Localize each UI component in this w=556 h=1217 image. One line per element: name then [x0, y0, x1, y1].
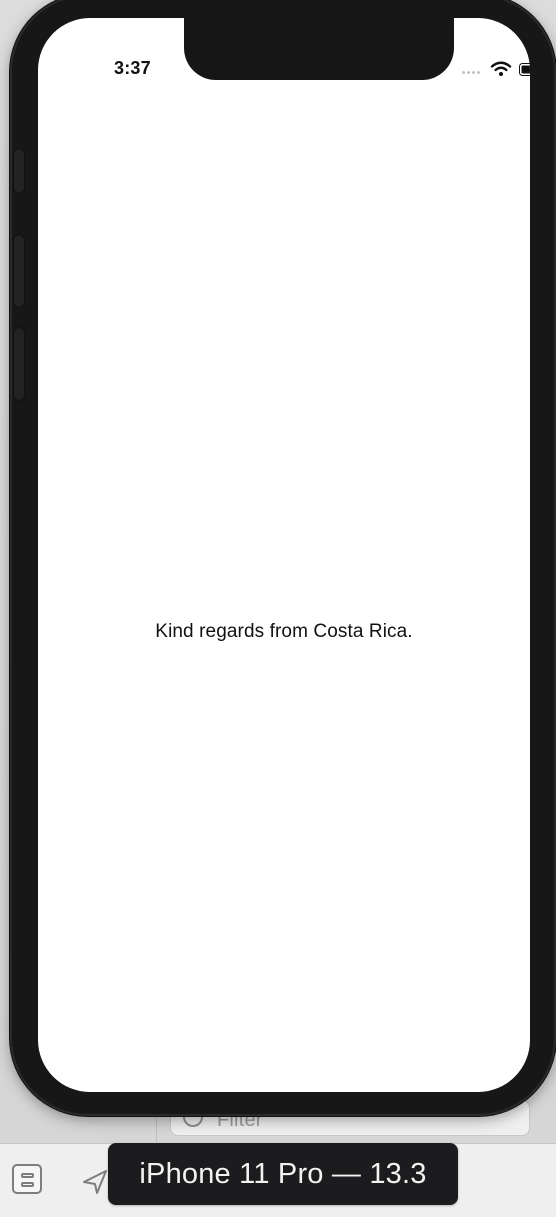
cellular-signal-icon — [462, 71, 480, 75]
wifi-icon — [490, 61, 512, 76]
device-screen[interactable]: 3:37 Kind regards from Costa Rica. — [38, 18, 530, 1092]
location-icon[interactable] — [80, 1166, 110, 1196]
mute-switch — [13, 148, 25, 194]
greeting-message: Kind regards from Costa Rica. — [155, 621, 413, 642]
volume-down-button — [13, 327, 25, 401]
device-notch — [184, 18, 454, 80]
volume-up-button — [13, 234, 25, 308]
device-label: iPhone 11 Pro — 13.3 — [108, 1143, 458, 1205]
status-time: 3:37 — [114, 58, 151, 78]
simulator-window: Filter iPhone 11 Pro — 13.3 3:37 Kind re… — [0, 0, 556, 1217]
battery-icon — [519, 63, 530, 76]
debug-view-icon[interactable] — [12, 1164, 42, 1194]
